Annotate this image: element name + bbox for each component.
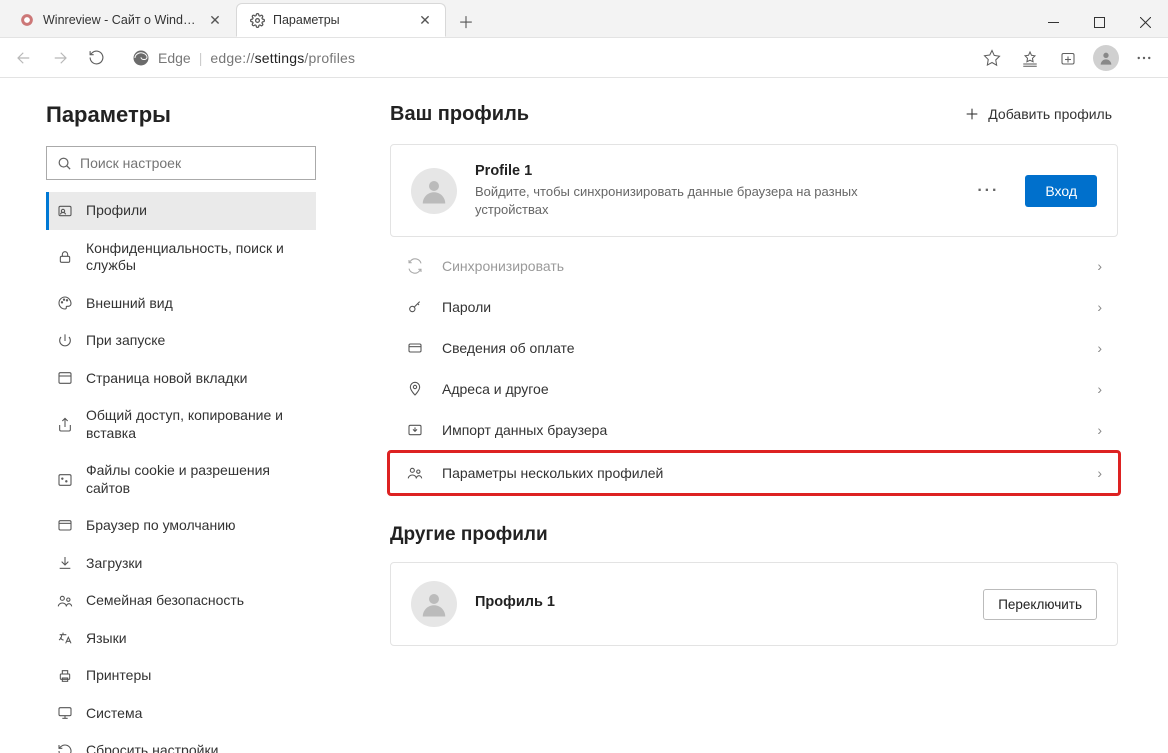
sign-in-button[interactable]: Вход (1025, 175, 1097, 207)
link-multi-profile[interactable]: Параметры нескольких профилей› (387, 450, 1121, 496)
import-icon (406, 422, 424, 438)
link-passwords[interactable]: Пароли› (390, 286, 1118, 327)
printer-icon (56, 668, 74, 684)
nav-appearance[interactable]: Внешний вид (46, 285, 316, 323)
profile-more-menu[interactable]: ··· (969, 178, 1007, 204)
window-maximize[interactable] (1076, 7, 1122, 37)
favorite-star-icon[interactable] (974, 40, 1010, 76)
chevron-right-icon: › (1097, 381, 1102, 397)
link-sync[interactable]: Синхронизировать› (390, 245, 1118, 286)
nav-cookies[interactable]: Файлы cookie и разрешения сайтов (46, 452, 316, 507)
nav-languages[interactable]: Языки (46, 620, 316, 658)
new-tab-button[interactable]: ＋ (450, 5, 482, 37)
search-icon (57, 156, 72, 171)
gear-icon (249, 12, 265, 28)
profile-icon (56, 203, 74, 219)
site-favicon (19, 12, 35, 28)
your-profile-heading: Ваш профиль (390, 103, 529, 126)
window-close[interactable] (1122, 7, 1168, 37)
address-bar[interactable]: Edge | edge://settings/profiles (122, 42, 966, 74)
settings-nav: Профили Конфиденциальность, поиск и служ… (46, 192, 316, 753)
close-icon[interactable]: ✕ (417, 12, 433, 28)
nav-reset[interactable]: Сбросить настройки (46, 732, 316, 753)
nav-newtab[interactable]: Страница новой вкладки (46, 360, 316, 398)
people-icon (406, 465, 424, 481)
nav-startup[interactable]: При запуске (46, 322, 316, 360)
nav-privacy[interactable]: Конфиденциальность, поиск и службы (46, 230, 316, 285)
profile-name: Profile 1 (475, 163, 951, 179)
plus-icon (964, 106, 980, 122)
system-icon (56, 705, 74, 721)
tab-winreview[interactable]: Winreview - Сайт о Windows ✕ (6, 3, 236, 37)
chevron-right-icon: › (1097, 258, 1102, 274)
nav-downloads[interactable]: Загрузки (46, 545, 316, 583)
other-profiles-heading: Другие профили (390, 524, 1118, 546)
share-icon (56, 417, 74, 433)
window-minimize[interactable] (1030, 7, 1076, 37)
palette-icon (56, 295, 74, 311)
close-icon[interactable]: ✕ (207, 12, 223, 28)
download-icon (56, 555, 74, 571)
settings-heading: Параметры (46, 102, 316, 128)
page-icon (56, 370, 74, 386)
nav-default-browser[interactable]: Браузер по умолчанию (46, 507, 316, 545)
nav-back[interactable] (6, 40, 42, 76)
chevron-right-icon: › (1097, 340, 1102, 356)
profile-avatar[interactable] (1088, 40, 1124, 76)
link-addresses[interactable]: Адреса и другое› (390, 368, 1118, 409)
link-import[interactable]: Импорт данных браузера› (390, 409, 1118, 450)
more-menu-icon[interactable] (1126, 40, 1162, 76)
nav-family[interactable]: Семейная безопасность (46, 582, 316, 620)
chevron-right-icon: › (1097, 299, 1102, 315)
power-icon (56, 333, 74, 349)
browser-icon (56, 518, 74, 534)
other-profile-card: Профиль 1 Переключить (390, 562, 1118, 646)
sync-icon (406, 258, 424, 274)
profile-avatar-large (411, 581, 457, 627)
nav-system[interactable]: Система (46, 695, 316, 733)
profile-card: Profile 1 Войдите, чтобы синхронизироват… (390, 144, 1118, 237)
favorites-list-icon[interactable] (1012, 40, 1048, 76)
nav-forward[interactable] (42, 40, 78, 76)
link-payment[interactable]: Сведения об оплате› (390, 327, 1118, 368)
people-icon (56, 593, 74, 609)
tab-title: Параметры (273, 13, 409, 27)
nav-refresh[interactable] (78, 40, 114, 76)
chevron-right-icon: › (1097, 422, 1102, 438)
language-icon (56, 630, 74, 646)
edge-label: Edge (158, 50, 191, 66)
location-icon (406, 381, 424, 397)
nav-share[interactable]: Общий доступ, копирование и вставка (46, 397, 316, 452)
switch-profile-button[interactable]: Переключить (983, 589, 1097, 620)
profile-avatar-large (411, 168, 457, 214)
reset-icon (56, 743, 74, 753)
chevron-right-icon: › (1097, 465, 1102, 481)
search-input[interactable] (46, 146, 316, 180)
other-profile-name: Профиль 1 (475, 594, 965, 610)
cookie-icon (56, 472, 74, 488)
add-profile-button[interactable]: Добавить профиль (958, 102, 1118, 126)
lock-icon (56, 249, 74, 265)
url-text: edge://settings/profiles (210, 50, 355, 66)
tab-title: Winreview - Сайт о Windows (43, 13, 199, 27)
nav-printers[interactable]: Принтеры (46, 657, 316, 695)
edge-icon (132, 49, 150, 67)
profile-desc: Войдите, чтобы синхронизировать данные б… (475, 183, 915, 218)
nav-profiles[interactable]: Профили (46, 192, 316, 230)
collections-icon[interactable] (1050, 40, 1086, 76)
tab-strip: Winreview - Сайт о Windows ✕ Параметры ✕… (0, 0, 482, 37)
tab-settings[interactable]: Параметры ✕ (236, 3, 446, 37)
card-icon (406, 340, 424, 356)
key-icon (406, 299, 424, 315)
